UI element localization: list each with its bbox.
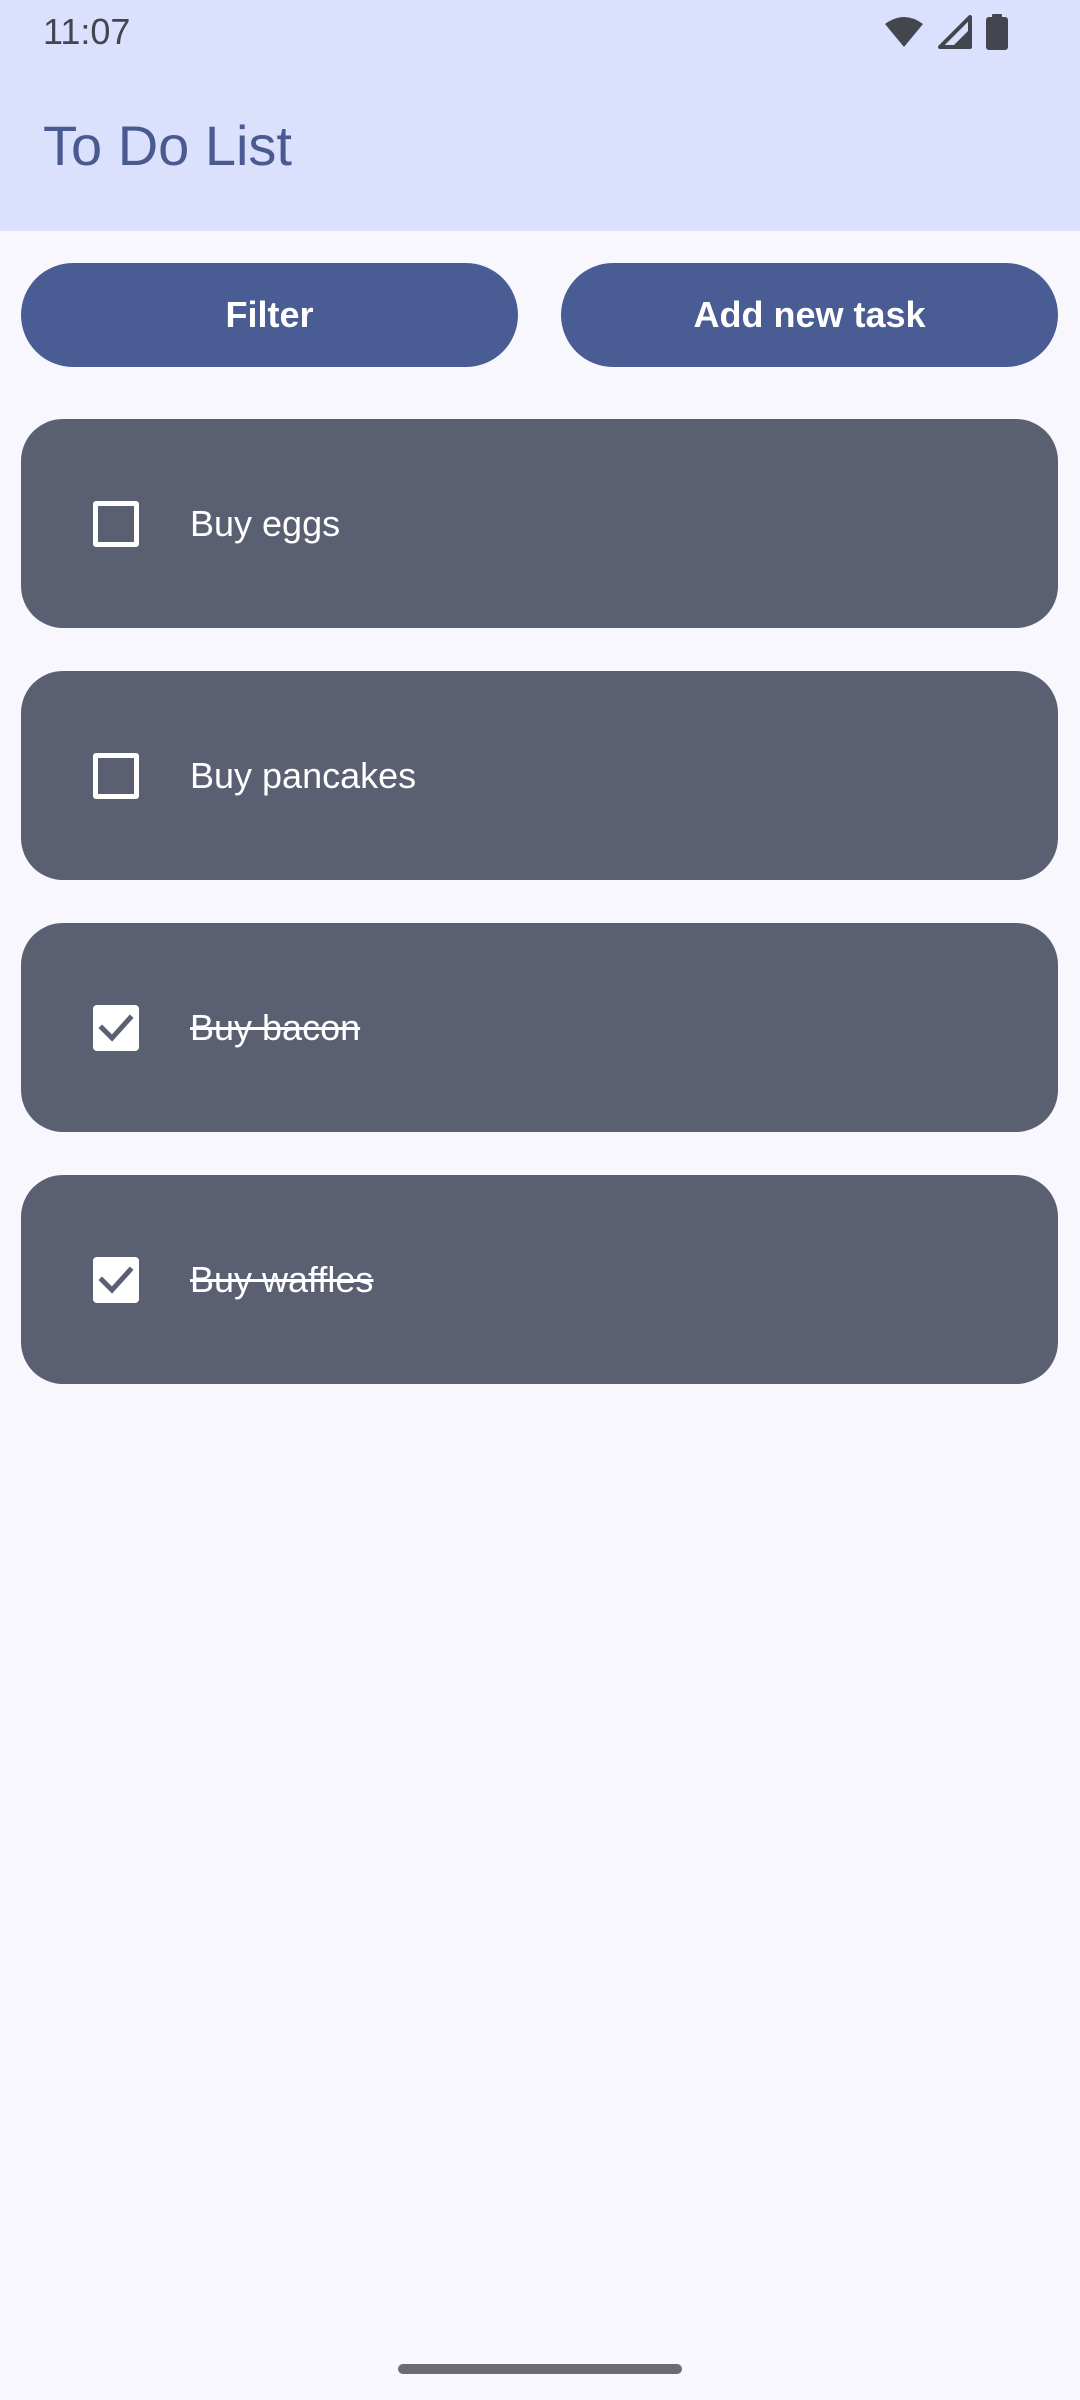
task-card[interactable]: Buy eggs — [21, 419, 1058, 628]
task-card[interactable]: Buy pancakes — [21, 671, 1058, 880]
task-label: Buy waffles — [190, 1259, 374, 1300]
cellular-signal-icon — [938, 15, 972, 49]
status-icons — [884, 14, 1008, 50]
status-time: 11:07 — [43, 11, 131, 52]
add-new-task-button[interactable]: Add new task — [561, 263, 1058, 367]
task-card[interactable]: Buy waffles — [21, 1175, 1058, 1384]
task-label: Buy pancakes — [190, 755, 417, 796]
screen: 11:07 To Do List Filter Add new task Buy… — [0, 0, 1080, 2400]
checkbox-checked-icon[interactable] — [93, 1257, 139, 1303]
battery-icon — [986, 14, 1008, 50]
task-label: Buy bacon — [190, 1007, 361, 1048]
home-indicator[interactable] — [398, 2364, 682, 2374]
filter-button[interactable]: Filter — [21, 263, 518, 367]
app-title: To Do List — [43, 114, 292, 177]
checkbox-unchecked-icon[interactable] — [93, 753, 139, 799]
checkbox-checked-icon[interactable] — [93, 1005, 139, 1051]
checkbox-unchecked-icon[interactable] — [93, 501, 139, 547]
task-card[interactable]: Buy bacon — [21, 923, 1058, 1132]
task-label: Buy eggs — [190, 503, 341, 544]
wifi-icon — [884, 16, 924, 48]
top-app-bar: 11:07 To Do List — [0, 0, 1080, 231]
